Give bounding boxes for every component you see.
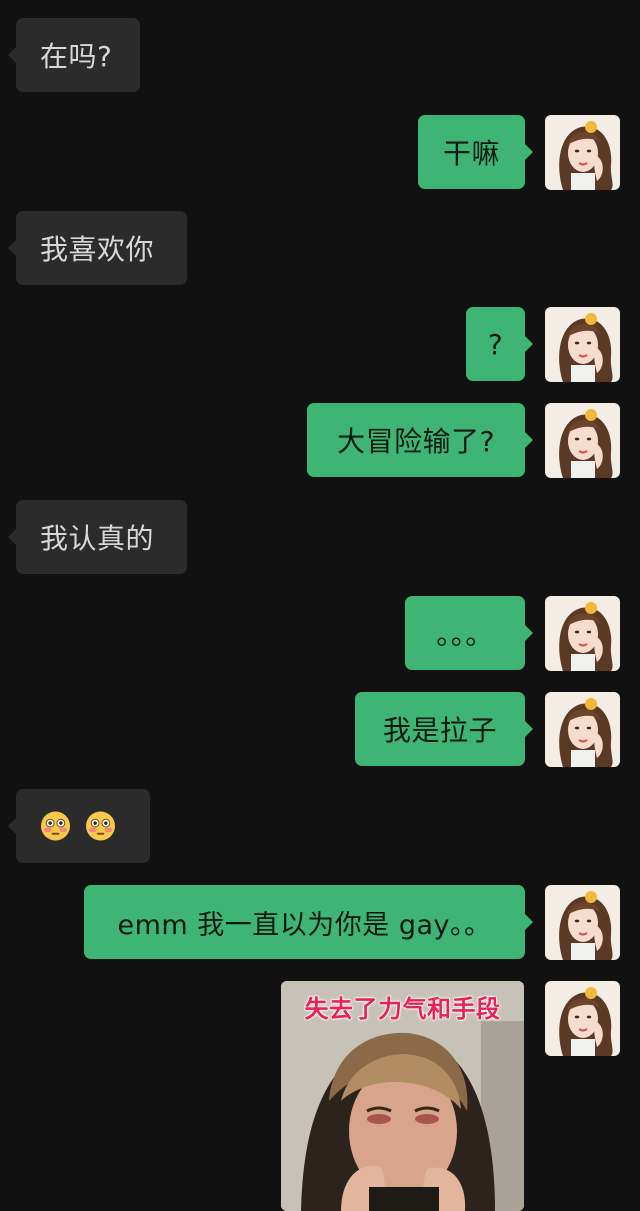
outgoing-message-bubble[interactable]: 大冒险输了? <box>307 403 533 477</box>
user-avatar[interactable] <box>545 403 620 478</box>
flushed-face-icon <box>85 811 116 841</box>
user-avatar[interactable] <box>545 981 620 1056</box>
avatar-portrait-icon <box>545 692 620 767</box>
message-text: 干嘛 <box>442 137 500 170</box>
outgoing-message-bubble[interactable]: 我是拉子 <box>355 692 533 766</box>
incoming-message-bubble[interactable] <box>8 789 150 863</box>
flushed-face-icon <box>40 811 71 841</box>
message-text: emm 我一直以为你是 gay。。 <box>117 909 492 941</box>
avatar-portrait-icon <box>545 981 620 1056</box>
user-avatar[interactable] <box>545 692 620 767</box>
user-avatar[interactable] <box>545 596 620 671</box>
image-caption: 失去了力气和手段 <box>304 995 501 1024</box>
avatar-portrait-icon <box>545 307 620 382</box>
outgoing-message-bubble[interactable]: emm 我一直以为你是 gay。。 <box>84 885 533 959</box>
message-text: 我喜欢你 <box>40 233 155 266</box>
user-avatar[interactable] <box>545 115 620 190</box>
message-text: 大冒险输了? <box>337 425 495 458</box>
user-avatar[interactable] <box>545 885 620 960</box>
chat-message-list[interactable]: 在吗? 干嘛 我喜欢你 ? 大冒险输了? 我认真的 。。。 我是拉子 emm 我… <box>0 0 640 1211</box>
avatar-portrait-icon <box>545 403 620 478</box>
image-message[interactable]: 失去了力气和手段 <box>281 981 524 1211</box>
message-text: 。。。 <box>436 618 494 651</box>
avatar-portrait-icon <box>545 885 620 960</box>
incoming-message-bubble[interactable]: 在吗? <box>8 18 140 92</box>
outgoing-message-bubble[interactable]: ? <box>466 307 533 381</box>
incoming-message-bubble[interactable]: 我认真的 <box>8 500 187 574</box>
avatar-portrait-icon <box>545 596 620 671</box>
user-avatar[interactable] <box>545 307 620 382</box>
outgoing-message-bubble[interactable]: 干嘛 <box>418 115 533 189</box>
message-text: 我是拉子 <box>382 714 497 747</box>
message-text: ? <box>487 327 504 361</box>
incoming-message-bubble[interactable]: 我喜欢你 <box>8 211 187 285</box>
message-text: 在吗? <box>40 40 113 73</box>
message-text: 我认真的 <box>40 522 155 555</box>
outgoing-message-bubble[interactable]: 。。。 <box>405 596 533 670</box>
avatar-portrait-icon <box>545 115 620 190</box>
